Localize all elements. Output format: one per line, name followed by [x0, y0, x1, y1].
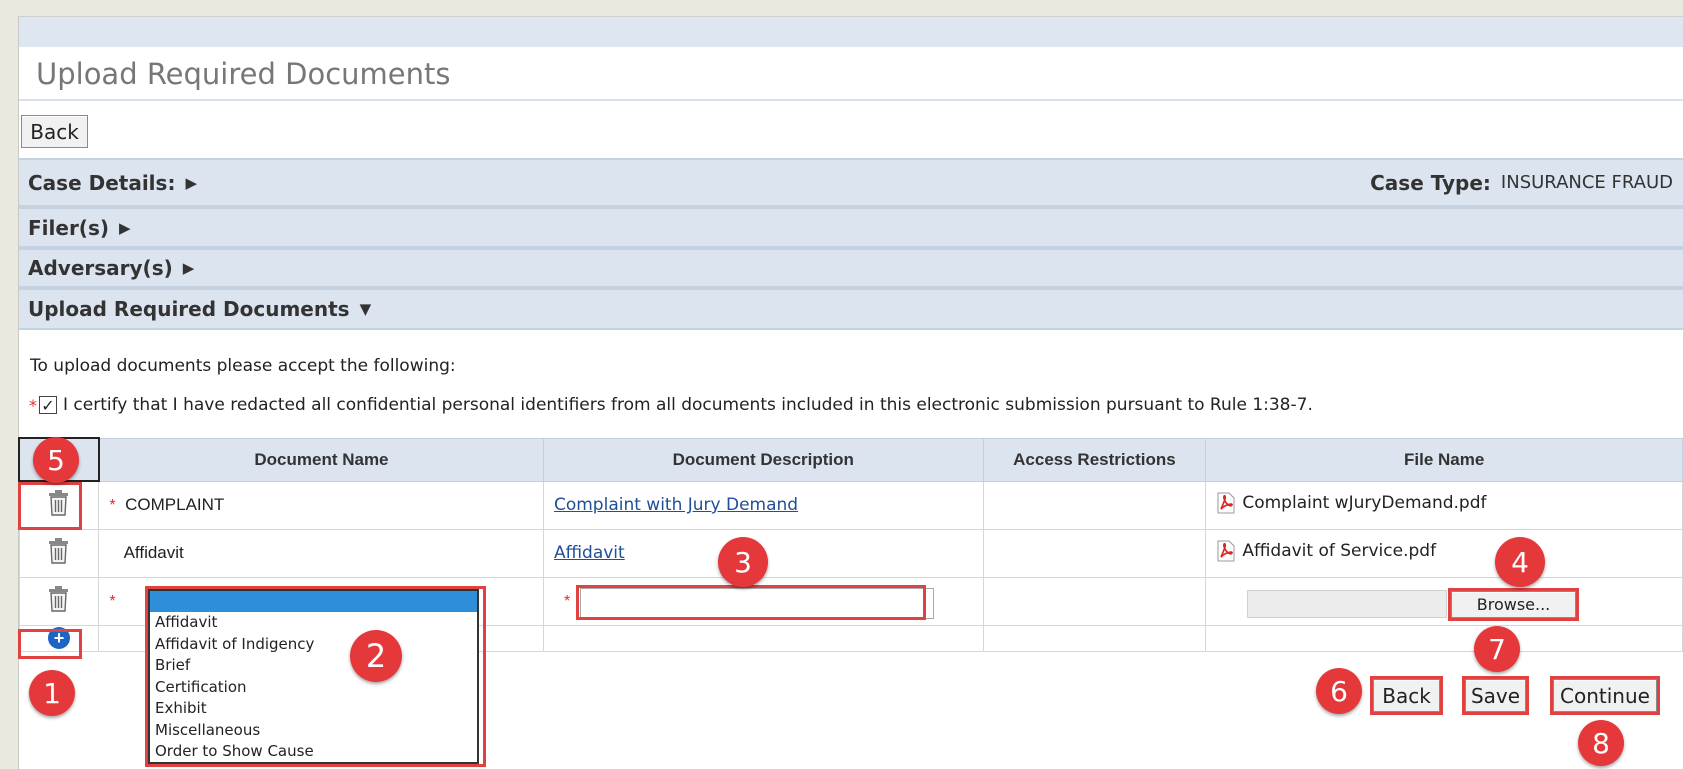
- required-marker: *: [109, 593, 116, 610]
- annotation-box-save: [1462, 676, 1529, 715]
- section-filers-label: Filer(s): [28, 215, 109, 240]
- section-upload-label: Upload Required Documents: [28, 297, 350, 321]
- annotation-badge-4: 4: [1495, 537, 1545, 587]
- annotation-box-trash: [18, 482, 82, 530]
- access-restrictions-cell: [982, 576, 1207, 626]
- title-divider: [19, 99, 1683, 101]
- file-name-cell: Affidavit of Service.pdf: [1205, 528, 1683, 578]
- section-case-details-label: Case Details:: [28, 170, 176, 195]
- section-adversary[interactable]: Adversary(s) ▶: [19, 248, 1683, 288]
- collapse-arrow-icon: ▼: [359, 300, 372, 318]
- certify-checkbox[interactable]: ✓: [39, 396, 57, 415]
- section-adversary-label: Adversary(s): [28, 256, 173, 280]
- file-name-cell: Complaint wJuryDemand.pdf: [1205, 480, 1683, 530]
- file-name: Complaint wJuryDemand.pdf: [1242, 492, 1487, 513]
- annotation-badge-2: 2: [350, 630, 402, 682]
- annotation-badge-8: 8: [1578, 720, 1624, 766]
- trash-icon[interactable]: [48, 585, 69, 612]
- document-description-link[interactable]: Complaint with Jury Demand: [554, 495, 798, 515]
- section-upload[interactable]: Upload Required Documents ▼: [19, 288, 1683, 330]
- page-title: Upload Required Documents: [36, 57, 451, 91]
- access-restrictions-cell: [982, 480, 1207, 530]
- expand-arrow-icon: ▶: [182, 259, 195, 277]
- file-name: Affidavit of Service.pdf: [1242, 540, 1437, 561]
- annotation-badge-1: 1: [29, 670, 75, 716]
- top-band: [19, 17, 1683, 47]
- certify-row: * ✓ I certify that I have redacted all c…: [29, 395, 1313, 415]
- row-delete-cell: [18, 576, 100, 626]
- expand-arrow-icon: ▶: [119, 218, 131, 237]
- header-access-restrictions: Access Restrictions: [982, 437, 1207, 482]
- required-marker: *: [29, 395, 37, 415]
- pdf-icon: [1217, 540, 1235, 561]
- empty-cell: [1205, 624, 1683, 652]
- file-path-field: [1247, 590, 1447, 618]
- table-row: Affidavit Affidavit Affidavit of Service…: [18, 528, 1683, 578]
- document-description-cell: Complaint with Jury Demand: [542, 480, 984, 530]
- annotation-box-dropdown: [145, 586, 486, 767]
- document-name-cell: Affidavit: [98, 528, 544, 578]
- section-filers[interactable]: Filer(s) ▶: [19, 207, 1683, 248]
- file-entry[interactable]: Affidavit of Service.pdf: [1216, 540, 1436, 562]
- required-marker: *: [109, 497, 116, 514]
- table-header-row: Document Name Document Description Acces…: [18, 437, 1683, 482]
- document-name-cell: * COMPLAINT: [98, 480, 544, 530]
- trash-icon[interactable]: [48, 537, 69, 564]
- case-type-label: Case Type:: [1370, 170, 1491, 195]
- header-document-name: Document Name: [98, 437, 544, 482]
- document-name: Affidavit: [123, 543, 184, 562]
- access-restrictions-cell: [982, 528, 1207, 578]
- empty-cell: [982, 624, 1207, 652]
- document-name: COMPLAINT: [125, 495, 225, 514]
- annotation-box-continue: [1550, 676, 1660, 715]
- upload-instructions: To upload documents please accept the fo…: [30, 356, 456, 376]
- annotation-badge-5: 5: [33, 437, 79, 483]
- annotation-box-browse: [1448, 588, 1579, 621]
- file-entry[interactable]: Complaint wJuryDemand.pdf: [1216, 492, 1486, 514]
- annotation-box-description: [576, 585, 926, 620]
- pdf-icon: [1217, 492, 1235, 513]
- annotation-box-back: [1370, 676, 1443, 715]
- row-delete-cell: [18, 528, 100, 578]
- section-case-details[interactable]: Case Details: ▶ Case Type: INSURANCE FRA…: [19, 158, 1683, 207]
- certify-text: I certify that I have redacted all confi…: [63, 395, 1313, 415]
- annotation-badge-6: 6: [1316, 668, 1362, 714]
- required-marker: *: [563, 593, 571, 610]
- header-file-name: File Name: [1205, 437, 1683, 482]
- expand-arrow-icon: ▶: [185, 173, 197, 192]
- table-row: * COMPLAINT Complaint with Jury Demand C…: [18, 480, 1683, 530]
- case-type-value: INSURANCE FRAUD: [1500, 172, 1673, 193]
- header-document-description: Document Description: [542, 437, 984, 482]
- annotation-box-add: [18, 629, 82, 659]
- case-type: Case Type: INSURANCE FRAUD: [1370, 160, 1673, 205]
- empty-cell: [542, 624, 984, 652]
- top-back-button[interactable]: Back: [21, 115, 88, 148]
- annotation-badge-3: 3: [718, 537, 768, 587]
- annotation-badge-7: 7: [1474, 626, 1520, 672]
- document-description-link[interactable]: Affidavit: [554, 543, 625, 563]
